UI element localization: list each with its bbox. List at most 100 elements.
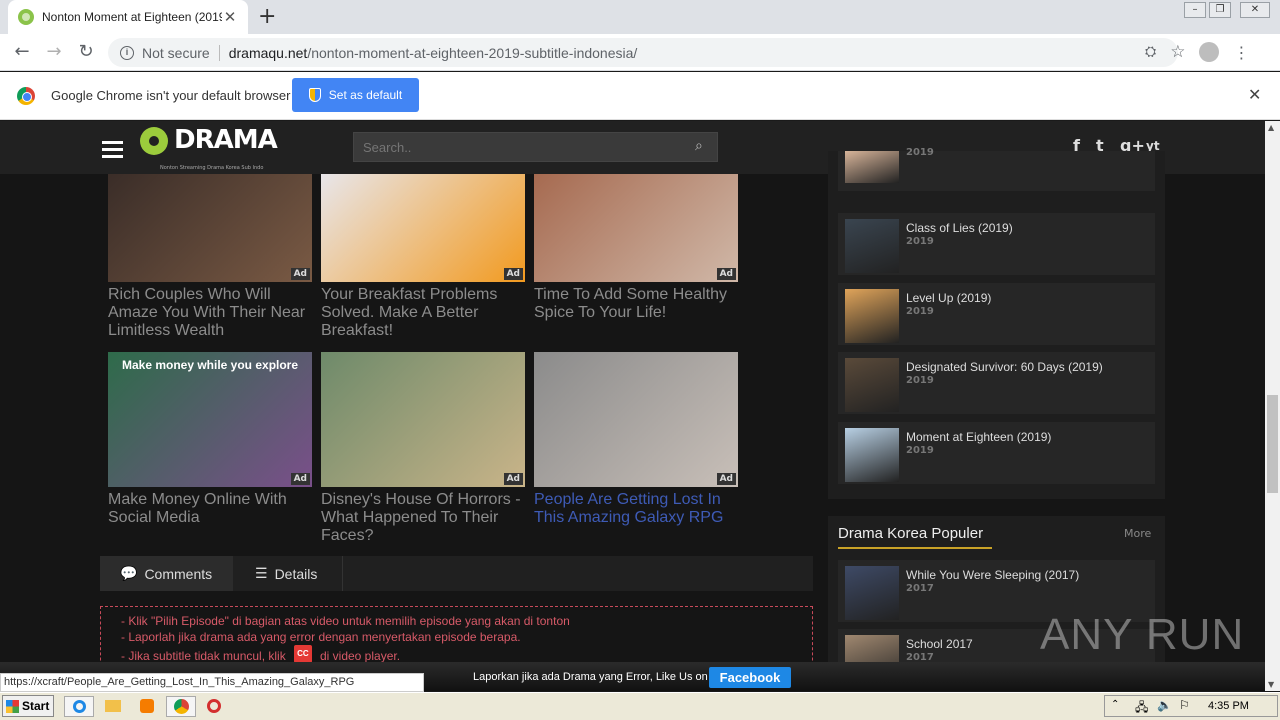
ad-badge: Ad — [716, 268, 736, 280]
ad-image[interactable]: Make money while you explore Ad — [108, 352, 312, 487]
browser-tab[interactable]: Nonton Moment at Eighteen (2019) | ✕ — [8, 0, 248, 34]
ad-card[interactable]: Ad Your Breakfast Problems Solved. Make A… — [321, 174, 525, 340]
profile-avatar-icon[interactable] — [1199, 42, 1220, 62]
drama-title[interactable]: Moment at Eighteen (2019) — [906, 430, 1051, 444]
ad-image[interactable]: Ad — [534, 352, 738, 487]
chrome-logo-icon — [17, 87, 35, 105]
ad-caption[interactable]: Make Money Online With Social Media — [108, 491, 312, 527]
restore-icon[interactable]: ❐ — [1209, 2, 1231, 18]
ad-caption[interactable]: People Are Getting Lost In This Amazing … — [534, 491, 738, 527]
window-close-icon[interactable]: ✕ — [1240, 2, 1270, 18]
flag-icon[interactable]: ⚐ — [1179, 698, 1190, 712]
scroll-up-icon[interactable]: ▲ — [1268, 123, 1274, 132]
tab-title: Nonton Moment at Eighteen (2019) | — [42, 10, 222, 24]
ad-card[interactable]: Ad Time To Add Some Healthy Spice To Your… — [534, 174, 738, 322]
drama-thumbnail[interactable] — [845, 566, 899, 620]
drama-title[interactable]: Class of Lies (2019) — [906, 221, 1013, 235]
drama-title[interactable]: School 2017 — [906, 637, 973, 651]
popular-more-link[interactable]: More — [1124, 527, 1151, 540]
media-player-icon[interactable] — [132, 696, 162, 717]
start-label: Start — [22, 699, 50, 713]
ad-card[interactable]: Ad People Are Getting Lost In This Amazin… — [534, 352, 738, 527]
new-tab-button[interactable]: + — [258, 4, 276, 29]
drama-title[interactable]: Level Up (2019) — [906, 291, 991, 305]
site-favicon-icon — [18, 9, 34, 25]
ad-image[interactable]: Ad — [321, 174, 525, 282]
ad-image[interactable]: Ad — [534, 174, 738, 282]
infobar-close-icon[interactable]: ✕ — [1248, 85, 1261, 104]
ad-image[interactable]: Ad — [321, 352, 525, 487]
url-path: /nonton-moment-at-eighteen-2019-subtitle… — [307, 44, 638, 61]
search-icon[interactable]: ⌕ — [695, 138, 703, 154]
internet-explorer-icon[interactable] — [64, 696, 94, 717]
menu-kebab-icon[interactable]: ⋮ — [1233, 43, 1249, 62]
drama-year: 2019 — [906, 306, 934, 317]
tab-comments[interactable]: 💬 Comments — [100, 556, 233, 591]
drama-thumbnail[interactable] — [845, 428, 899, 482]
tab-details[interactable]: ☰ Details — [235, 556, 343, 591]
tab-comments-label: Comments — [144, 565, 213, 582]
drama-list-item[interactable]: Designated Survivor: 60 Days (2019) 2019 — [838, 352, 1155, 414]
set-as-default-button[interactable]: Set as default — [292, 78, 419, 112]
volume-icon[interactable]: 🔈 — [1157, 698, 1172, 712]
drama-title[interactable]: Designated Survivor: 60 Days (2019) — [906, 360, 1103, 374]
folder-icon[interactable] — [98, 696, 128, 717]
opera-icon[interactable] — [200, 696, 230, 717]
ad-card[interactable]: Make money while you explore Ad Make Money… — [108, 352, 312, 527]
address-bar[interactable]: i Not secure dramaqu.net /nonton-moment-… — [108, 38, 1178, 67]
popular-dramas-title: Drama Korea Populer — [838, 525, 984, 542]
hamburger-menu-icon[interactable] — [102, 141, 123, 159]
comments-icon: 💬 — [120, 565, 138, 581]
url-separator — [218, 44, 220, 61]
facebook-like-button[interactable]: Facebook — [709, 667, 791, 688]
drama-thumbnail[interactable] — [845, 289, 899, 343]
drama-thumbnail[interactable] — [845, 358, 899, 412]
tab-close-icon[interactable]: ✕ — [222, 8, 238, 26]
note-text: - Jika subtitle tidak muncul, klik — [121, 649, 286, 662]
ad-badge: Ad — [716, 473, 736, 485]
info-icon[interactable]: i — [120, 45, 134, 60]
drama-year: 2017 — [906, 583, 934, 594]
ad-caption[interactable]: Rich Couples Who Will Amaze You With The… — [108, 286, 312, 340]
note-text: di video player. — [319, 649, 401, 662]
forward-arrow-icon[interactable]: → — [42, 41, 66, 62]
search-input[interactable] — [353, 132, 718, 162]
chrome-taskbar-icon[interactable] — [166, 696, 196, 717]
minimize-icon[interactable]: – — [1184, 2, 1206, 18]
url-host: dramaqu.net — [228, 44, 308, 61]
ad-card[interactable]: Ad Rich Couples Who Will Amaze You With T… — [108, 174, 312, 340]
default-browser-infobar: Google Chrome isn't your default browser — [0, 72, 1280, 120]
drama-thumbnail[interactable] — [845, 635, 899, 662]
network-icon[interactable]: 🖧 — [1135, 698, 1148, 719]
ad-caption[interactable]: Your Breakfast Problems Solved. Make A B… — [321, 286, 525, 340]
back-arrow-icon[interactable]: ← — [10, 41, 34, 62]
ad-card[interactable]: Ad Disney's House Of Horrors - What Happe… — [321, 352, 525, 545]
ad-caption[interactable]: Time To Add Some Healthy Spice To Your L… — [534, 286, 738, 322]
anyrun-watermark: ANY RUN — [1040, 610, 1245, 659]
note-line: - Laporlah jika drama ada yang error den… — [121, 630, 521, 644]
drama-list-item[interactable]: Moment at Eighteen (2019) 2019 — [838, 422, 1155, 484]
drama-list-item[interactable]: Level Up (2019) 2019 — [838, 283, 1155, 345]
bookmark-star-icon[interactable]: ☆ — [1170, 42, 1185, 62]
start-button[interactable]: Start — [2, 695, 54, 717]
ad-badge: Ad — [503, 473, 523, 485]
drama-list-item[interactable]: Class of Lies (2019) 2019 — [838, 213, 1155, 275]
drama-year: 2019 — [906, 236, 934, 247]
ad-caption[interactable]: Disney's House Of Horrors - What Happene… — [321, 491, 525, 545]
drama-year: 2019 — [906, 375, 934, 386]
scroll-down-icon[interactable]: ▼ — [1268, 680, 1274, 689]
translate-icon[interactable]: ⛭ — [1145, 44, 1156, 60]
film-reel-icon — [140, 127, 168, 155]
status-url: https://xcraft/People_Are_Getting_Lost_I… — [0, 673, 424, 692]
drama-year: 2019 — [906, 147, 934, 158]
security-label[interactable]: Not secure — [142, 45, 210, 61]
drama-title[interactable]: While You Were Sleeping (2017) — [906, 568, 1079, 582]
drama-thumbnail[interactable] — [845, 219, 899, 273]
tray-expand-icon[interactable]: ⌃ — [1111, 699, 1119, 710]
drama-thumbnail[interactable] — [845, 151, 899, 183]
reload-icon[interactable]: ↻ — [74, 41, 98, 62]
ad-image[interactable]: Ad — [108, 174, 312, 282]
drama-list-item[interactable]: 2019 — [838, 147, 1155, 191]
set-as-default-label: Set as default — [328, 88, 403, 102]
scrollbar-thumb[interactable] — [1267, 395, 1278, 493]
